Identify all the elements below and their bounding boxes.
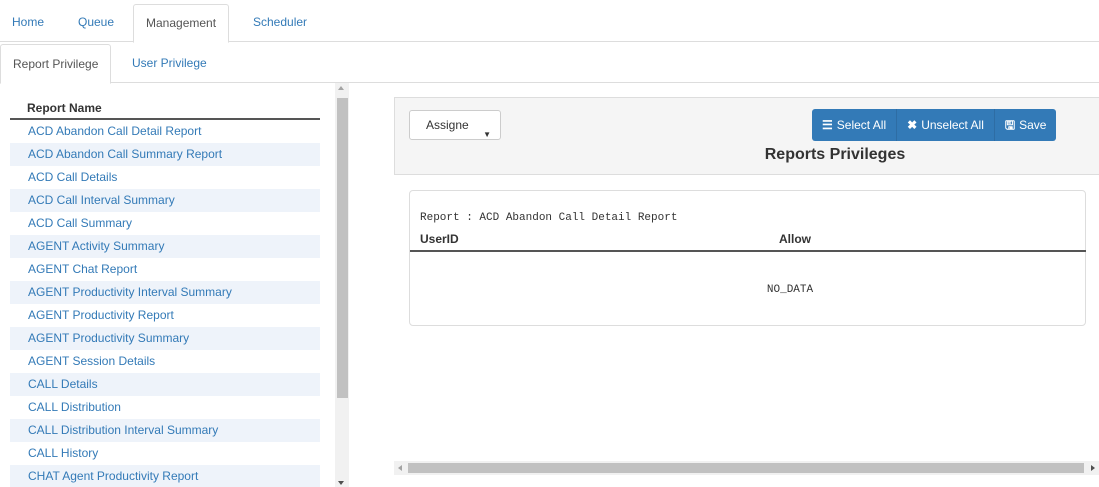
report-list-item[interactable]: ACD Call Details [10, 166, 320, 189]
tab-queue[interactable]: Queue [66, 4, 126, 42]
select-all-label: Select All [836, 118, 887, 132]
scroll-left-arrow-icon[interactable] [398, 465, 402, 471]
list-icon: ☰ [822, 118, 833, 132]
report-list-item[interactable]: CALL Details [10, 373, 320, 396]
report-list-header: Report Name [10, 97, 320, 120]
content-horizontal-scrollbar[interactable] [394, 461, 1099, 475]
scroll-down-arrow-icon[interactable] [338, 481, 344, 485]
tab-management[interactable]: Management [133, 4, 230, 43]
tab-scheduler[interactable]: Scheduler [241, 4, 319, 42]
report-list-scrollbar[interactable] [335, 83, 349, 487]
floppy-icon: 🖫 [1004, 118, 1016, 132]
report-list-item[interactable]: AGENT Productivity Interval Summary [10, 281, 320, 304]
save-button[interactable]: 🖫 Save [994, 109, 1057, 141]
report-list-item[interactable]: AGENT Session Details [10, 350, 320, 373]
sub-nav-tabs: Report Privilege User Privilege [0, 42, 1099, 84]
unselect-all-button[interactable]: ✖ Unselect All [897, 109, 995, 141]
report-list-item[interactable]: ACD Abandon Call Detail Report [10, 120, 320, 143]
report-list-item[interactable]: CALL Distribution Interval Summary [10, 419, 320, 442]
privileges-panel: Assigne ▼ ☰ Select All ✖ Unselect All 🖫 Sav… [394, 97, 1099, 175]
assign-filter-value: Assigne [426, 118, 469, 132]
privilege-action-buttons: ☰ Select All ✖ Unselect All 🖫 Save [812, 109, 1057, 141]
report-list-item[interactable]: AGENT Activity Summary [10, 235, 320, 258]
report-list-item[interactable]: AGENT Chat Report [10, 258, 320, 281]
report-list-item[interactable]: CALL History [10, 442, 320, 465]
report-list-item[interactable]: CALL Distribution [10, 396, 320, 419]
main-nav-tabs: Home Queue Management Scheduler [0, 0, 1099, 43]
page-title: Reports Privileges [764, 146, 906, 163]
unselect-all-label: Unselect All [921, 118, 984, 132]
report-list: Report Name ACD Abandon Call Detail Repo… [10, 97, 320, 487]
report-list-item[interactable]: ACD Call Interval Summary [10, 189, 320, 212]
assign-filter-select[interactable]: Assigne ▼ [409, 110, 501, 140]
report-list-item[interactable]: ACD Abandon Call Summary Report [10, 143, 320, 166]
scrollbar-thumb[interactable] [408, 463, 1084, 473]
privileges-table: Report : ACD Abandon Call Detail Report … [409, 190, 1086, 326]
report-list-item[interactable]: AGENT Productivity Report [10, 304, 320, 327]
column-header-userid: UserID [420, 232, 459, 246]
column-header-allow: Allow [779, 232, 811, 246]
caret-down-icon: ▼ [483, 130, 491, 139]
table-header-divider [410, 250, 1086, 252]
selected-report-caption: Report : ACD Abandon Call Detail Report [420, 212, 678, 224]
scrollbar-thumb[interactable] [337, 98, 348, 398]
scroll-up-arrow-icon[interactable] [338, 86, 344, 90]
tab-home[interactable]: Home [0, 4, 56, 42]
empty-table-message: NO_DATA [766, 284, 814, 296]
scroll-right-arrow-icon[interactable] [1091, 465, 1095, 471]
cross-icon: ✖ [907, 118, 918, 132]
report-list-item[interactable]: AGENT Productivity Summary [10, 327, 320, 350]
save-label: Save [1019, 118, 1047, 132]
tab-user-privilege[interactable]: User Privilege [120, 44, 219, 83]
select-all-button[interactable]: ☰ Select All [812, 109, 898, 141]
tab-report-privilege[interactable]: Report Privilege [0, 44, 112, 84]
report-list-item[interactable]: ACD Call Summary [10, 212, 320, 235]
report-list-item[interactable]: CHAT Agent Productivity Report [10, 465, 320, 487]
